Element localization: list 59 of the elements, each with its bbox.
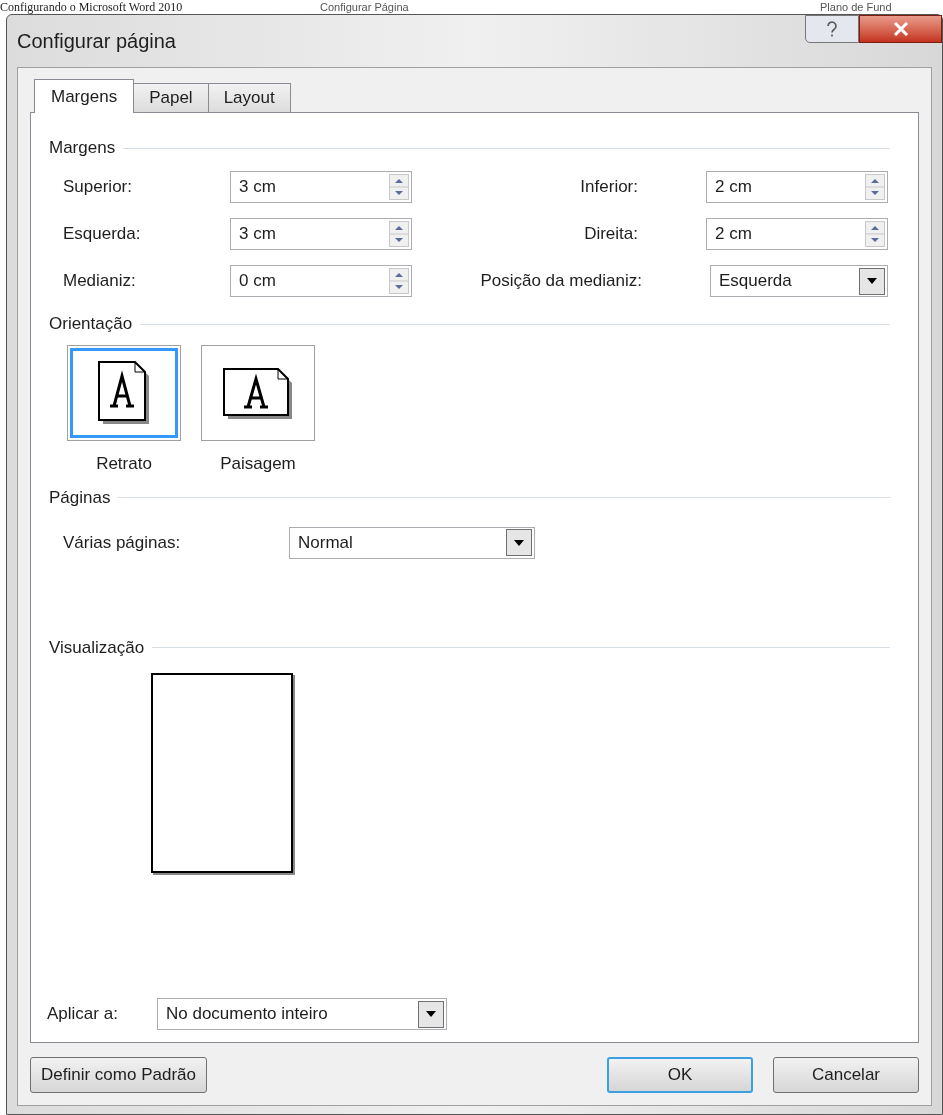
spin-field[interactable]: 0 cm	[230, 265, 412, 297]
dialog-button[interactable]: Cancelar	[773, 1057, 919, 1093]
field-value: 2 cm	[715, 223, 753, 246]
dropdown-button[interactable]	[859, 267, 885, 295]
spinner-arrows-icon[interactable]	[865, 221, 885, 247]
dropdown-button[interactable]	[418, 1000, 444, 1028]
spinner-arrows-icon[interactable]	[389, 174, 409, 200]
window-title: Configurar página	[17, 29, 177, 54]
document-caption: Configurando o Microsoft Word 2010	[0, 0, 184, 14]
field-label: Inferior:	[579, 176, 639, 199]
field-label: Esquerda:	[63, 223, 142, 246]
close-button[interactable]	[859, 15, 942, 43]
dropdown-field[interactable]: No documento inteiro	[157, 998, 447, 1030]
field-label: Várias páginas:	[63, 531, 182, 554]
tab[interactable]: Layout	[207, 83, 291, 112]
field-value: 0 cm	[239, 270, 277, 293]
tab[interactable]: Papel	[133, 83, 209, 112]
field-value: Esquerda	[719, 270, 793, 293]
background-window-text: Configurar Página	[320, 0, 410, 14]
section-heading: Margens	[49, 137, 116, 160]
tab[interactable]: Margens	[34, 79, 135, 113]
spinner-arrows-icon[interactable]	[389, 221, 409, 247]
option-label: Retrato	[96, 453, 152, 475]
landscape-page-icon	[222, 367, 294, 419]
field-value: 3 cm	[239, 223, 277, 246]
portrait-page-icon	[97, 360, 151, 426]
help-icon	[826, 21, 838, 37]
field-label: Superior:	[63, 176, 133, 199]
field-label: Direita:	[583, 223, 639, 246]
spin-field[interactable]: 3 cm	[230, 218, 412, 250]
help-button[interactable]	[805, 15, 859, 43]
spin-field[interactable]: 3 cm	[230, 171, 412, 203]
close-icon	[892, 22, 909, 36]
orientation-option[interactable]	[67, 345, 181, 441]
field-label: Medianiz:	[63, 270, 137, 293]
background-window-text: Plano de Fund	[820, 0, 892, 14]
spinner-arrows-icon[interactable]	[389, 268, 409, 294]
field-value: 2 cm	[715, 176, 753, 199]
spin-field[interactable]: 2 cm	[706, 218, 888, 250]
field-label: Posição da medianiz:	[479, 270, 643, 293]
caret-icon	[867, 278, 877, 284]
dropdown-button[interactable]	[506, 529, 532, 556]
dropdown-field[interactable]: Esquerda	[710, 265, 888, 297]
field-value: Normal	[298, 531, 354, 554]
field-value: 3 cm	[239, 176, 277, 199]
field-label: Aplicar a:	[47, 1003, 119, 1026]
caret-icon	[426, 1011, 436, 1017]
section-heading: Páginas	[49, 486, 111, 509]
spinner-arrows-icon[interactable]	[865, 174, 885, 200]
option-label: Paisagem	[220, 453, 296, 475]
spin-field[interactable]: 2 cm	[706, 171, 888, 203]
section-heading: Visualização	[49, 636, 145, 659]
dialog-button[interactable]: Definir como Padrão	[30, 1057, 207, 1093]
dropdown-field[interactable]: Normal	[289, 526, 535, 559]
field-value: No documento inteiro	[166, 1003, 329, 1026]
section-heading: Orientação	[49, 313, 133, 336]
dialog-button[interactable]: OK	[607, 1057, 753, 1093]
caret-icon	[514, 539, 524, 546]
orientation-option[interactable]	[201, 345, 315, 441]
